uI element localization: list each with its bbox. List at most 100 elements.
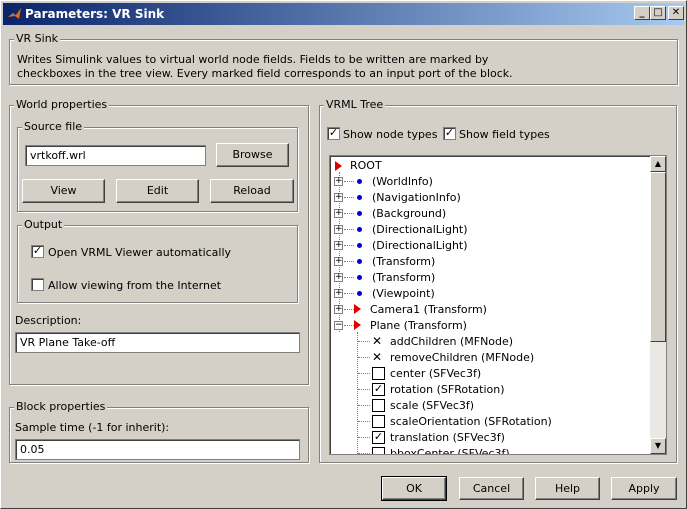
tree-guide-line [344,309,354,310]
description-input[interactable]: VR Plane Take-off [15,332,300,353]
close-button[interactable]: ✕ [668,6,684,20]
tree-node[interactable]: scaleOrientation (SFRotation) [330,414,650,430]
tree-node-label: center (SFVec3f) [390,367,482,380]
vrml-tree-view[interactable]: ROOT + (WorldInfo) + (NavigationInfo) + (Backg… [329,155,667,455]
tree-node-label: (Transform) [372,255,436,268]
event-x-icon: ✕ [372,350,383,364]
node-triangle-icon [354,304,361,314]
tree-node-label: removeChildren (MFNode) [390,351,535,364]
expand-plus-icon[interactable]: + [334,241,343,250]
sample-time-input[interactable]: 0.05 [15,439,300,460]
scroll-up-arrow-icon[interactable]: ▲ [650,156,666,172]
tree-node[interactable]: + (DirectionalLight) [330,238,650,254]
tree-node[interactable]: + (Viewpoint) [330,286,650,302]
open-viewer-checkbox[interactable]: ✓ [31,245,44,258]
tree-node-label: translation (SFVec3f) [390,431,505,444]
tree-guide-line [358,373,370,374]
expand-plus-icon[interactable]: + [334,193,343,202]
tree-node[interactable]: + (DirectionalLight) [330,222,650,238]
tree-node[interactable]: ✓ rotation (SFRotation) [330,382,650,398]
tree-node[interactable]: ROOT [330,158,650,174]
tree-guide-line [358,453,370,454]
tree-node-label: Camera1 (Transform) [370,303,487,316]
tree-node-label: rotation (SFRotation) [390,383,505,396]
tree-guide-line [344,229,354,230]
tree-node-label: (NavigationInfo) [372,191,461,204]
node-triangle-icon [354,320,361,330]
title-bar[interactable]: Parameters: VR Sink _ □ ✕ [3,3,684,25]
tree-scrollbar[interactable]: ▲ ▼ [650,156,666,454]
tree-node-label: bboxCenter (SFVec3f) [390,447,510,455]
tree-node[interactable]: + (Transform) [330,270,650,286]
field-checkbox[interactable] [372,367,385,380]
tree-node[interactable]: + (Background) [330,206,650,222]
tree-guide-line [344,197,354,198]
node-dot-icon [357,195,362,200]
show-node-types-label: Show node types [343,128,438,141]
apply-button[interactable]: Apply [611,477,677,500]
edit-button[interactable]: Edit [116,179,199,203]
help-button[interactable]: Help [535,477,600,500]
field-checkbox[interactable]: ✓ [372,383,385,396]
tree-guide-line [344,213,354,214]
root-node-icon [335,161,342,171]
open-viewer-label: Open VRML Viewer automatically [48,246,232,259]
tree-node[interactable]: scale (SFVec3f) [330,398,650,414]
tree-guide-line [344,277,354,278]
scroll-down-arrow-icon[interactable]: ▼ [650,438,666,454]
output-group-label: Output [22,218,65,231]
tree-guide-line [358,437,370,438]
collapse-minus-icon[interactable]: − [334,321,343,330]
tree-guide-line [344,181,354,182]
expand-plus-icon[interactable]: + [334,225,343,234]
tree-guide-line [344,261,354,262]
field-checkbox[interactable] [372,415,385,428]
block-description-line2: checkboxes in the tree view. Every marke… [17,67,513,80]
reload-button[interactable]: Reload [210,179,294,203]
tree-node[interactable]: + (NavigationInfo) [330,190,650,206]
tree-node[interactable]: − Plane (Transform) [330,318,650,334]
field-checkbox[interactable]: ✓ [372,431,385,444]
expand-plus-icon[interactable]: + [334,305,343,314]
tree-node[interactable]: + (WorldInfo) [330,174,650,190]
expand-plus-icon[interactable]: + [334,257,343,266]
tree-node[interactable]: + Camera1 (Transform) [330,302,650,318]
field-checkbox[interactable] [372,399,385,412]
tree-node-label: ROOT [350,159,382,172]
allow-internet-checkbox[interactable] [31,278,44,291]
view-button[interactable]: View [22,179,105,203]
tree-guide-line [358,389,370,390]
tree-node-label: addChildren (MFNode) [390,335,514,348]
tree-node[interactable]: bboxCenter (SFVec3f) [330,446,650,455]
tree-node[interactable]: ✕ addChildren (MFNode) [330,334,650,350]
node-dot-icon [357,227,362,232]
expand-plus-icon[interactable]: + [334,273,343,282]
tree-node[interactable]: center (SFVec3f) [330,366,650,382]
tree-node[interactable]: + (Transform) [330,254,650,270]
show-field-types-checkbox[interactable]: ✓ [443,127,456,140]
world-properties-label: World properties [14,98,110,111]
show-node-types-checkbox[interactable]: ✓ [327,127,340,140]
maximize-button[interactable]: □ [650,6,666,20]
ok-button[interactable]: OK [381,476,447,501]
vr-sink-group-label: VR Sink [14,32,61,45]
expand-plus-icon[interactable]: + [334,289,343,298]
tree-node-label: scale (SFVec3f) [390,399,475,412]
field-checkbox[interactable] [372,447,385,454]
matlab-logo-icon [8,8,21,19]
expand-plus-icon[interactable]: + [334,209,343,218]
tree-node[interactable]: ✕ removeChildren (MFNode) [330,350,650,366]
tree-node[interactable]: ✓ translation (SFVec3f) [330,430,650,446]
node-dot-icon [357,243,362,248]
scroll-thumb[interactable] [650,172,666,342]
source-file-input[interactable]: vrtkoff.wrl [25,145,206,166]
expand-plus-icon[interactable]: + [334,177,343,186]
browse-button[interactable]: Browse [216,143,289,167]
cancel-button[interactable]: Cancel [459,477,524,500]
sample-time-label: Sample time (-1 for inherit): [15,421,170,434]
minimize-button[interactable]: _ [634,6,650,20]
block-properties-label: Block properties [14,400,108,413]
tree-guide-line [358,421,370,422]
allow-internet-label: Allow viewing from the Internet [48,279,222,292]
tree-guide-line [358,357,370,358]
